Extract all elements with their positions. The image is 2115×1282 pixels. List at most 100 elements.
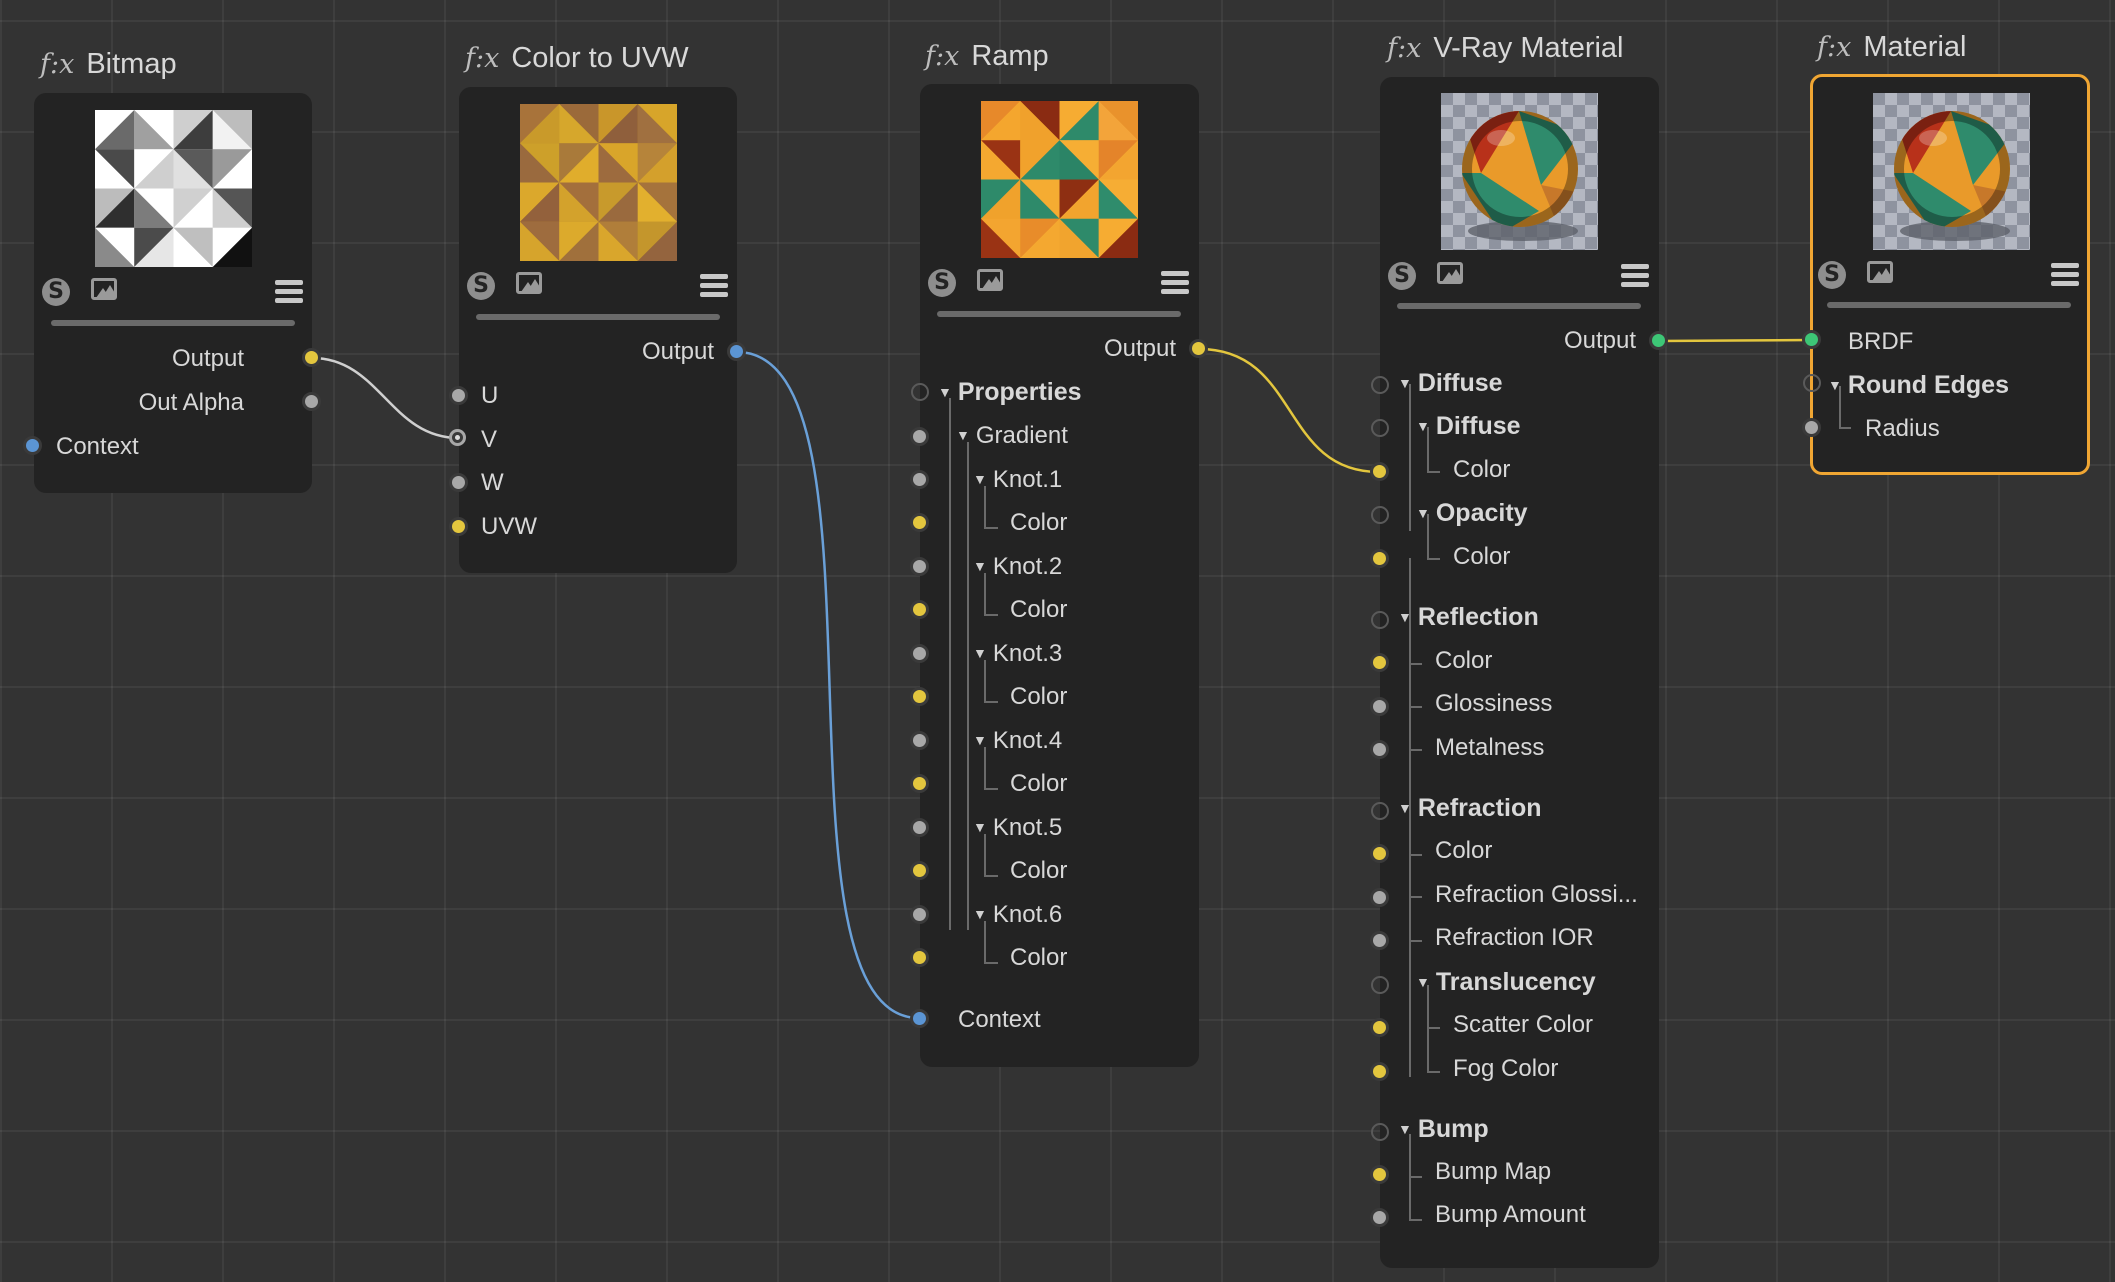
bitmap-node[interactable]: S Output Out Alpha Context bbox=[34, 93, 312, 493]
color-to-uvw-v-port[interactable] bbox=[449, 429, 466, 446]
image-icon[interactable] bbox=[1437, 262, 1465, 290]
vray-material-node[interactable]: S Output ▼ Diffuse ▼ Diffuse Color ▼ Opacit… bbox=[1380, 77, 1659, 1268]
vray-scatter-color-port[interactable] bbox=[1370, 1018, 1389, 1037]
vray-glossiness-port[interactable] bbox=[1370, 697, 1389, 716]
hamburger-menu-icon[interactable] bbox=[1621, 264, 1649, 288]
hamburger-menu-icon[interactable] bbox=[275, 280, 303, 304]
material-node[interactable]: S BRDF ▼ Round Edges Radius bbox=[1810, 74, 2090, 475]
color-to-uvw-u-port[interactable] bbox=[449, 386, 468, 405]
ramp-knot-5-port[interactable] bbox=[910, 818, 929, 837]
color-to-uvw-uvw-port[interactable] bbox=[449, 517, 468, 536]
vray-reflection-color-port[interactable] bbox=[1370, 653, 1389, 672]
ramp-knot-6-color-port[interactable] bbox=[910, 948, 929, 967]
ramp-properties-port[interactable] bbox=[911, 383, 929, 401]
material-radius-port[interactable] bbox=[1802, 418, 1821, 437]
ramp-knot-1-port[interactable] bbox=[910, 470, 929, 489]
bitmap-out-alpha-port[interactable] bbox=[302, 392, 321, 411]
image-icon[interactable] bbox=[91, 278, 119, 306]
image-icon[interactable] bbox=[1867, 261, 1895, 289]
context-label: Context bbox=[958, 1006, 1041, 1033]
ramp-knot-6-port[interactable] bbox=[910, 905, 929, 924]
vray-reflection-port[interactable] bbox=[1371, 611, 1389, 629]
vray-output-port[interactable] bbox=[1649, 331, 1668, 350]
color-to-uvw-node[interactable]: S Output U V W UVW bbox=[459, 87, 737, 573]
properties-group[interactable]: ▼ Properties bbox=[938, 378, 1082, 407]
shader-s-icon[interactable]: S bbox=[928, 269, 956, 297]
translucency-group[interactable]: ▼ Translucency bbox=[1416, 968, 1596, 997]
v-label: V bbox=[481, 426, 498, 453]
vray-diffuse-sub-port[interactable] bbox=[1371, 419, 1389, 437]
ramp-knot-4-port[interactable] bbox=[910, 731, 929, 750]
vray-opacity-port[interactable] bbox=[1371, 506, 1389, 524]
image-icon[interactable] bbox=[977, 269, 1005, 297]
shader-s-icon[interactable]: S bbox=[1818, 261, 1846, 289]
diffuse-subgroup[interactable]: ▼ Diffuse bbox=[1416, 412, 1521, 441]
ramp-knot-3-port[interactable] bbox=[910, 644, 929, 663]
knot-3[interactable]: ▼ Knot.3 bbox=[973, 640, 1062, 668]
shader-s-icon[interactable]: S bbox=[1388, 262, 1416, 290]
hamburger-menu-icon[interactable] bbox=[700, 274, 728, 298]
color-to-uvw-node-title[interactable]: f:x Color to UVW bbox=[465, 42, 689, 75]
fx-label: f:x bbox=[1817, 32, 1852, 63]
vray-bump-map-port[interactable] bbox=[1370, 1165, 1389, 1184]
refraction-group[interactable]: ▼ Refraction bbox=[1398, 794, 1542, 823]
vray-material-node-title[interactable]: f:x V-Ray Material bbox=[1387, 32, 1624, 65]
bitmap-context-port[interactable] bbox=[23, 436, 42, 455]
ramp-knot-3-color-port[interactable] bbox=[910, 687, 929, 706]
bump-group[interactable]: ▼ Bump bbox=[1398, 1115, 1489, 1144]
knot-1[interactable]: ▼ Knot.1 bbox=[973, 466, 1062, 494]
vray-bump-port[interactable] bbox=[1371, 1123, 1389, 1141]
vray-refraction-port[interactable] bbox=[1371, 802, 1389, 820]
knot-1-color: Color bbox=[1010, 509, 1068, 536]
hamburger-menu-icon[interactable] bbox=[1161, 271, 1189, 295]
ramp-context-port[interactable] bbox=[910, 1009, 929, 1028]
ramp-node[interactable]: S Output ▼ Properties ▼ Gradient ▼ Knot.1 C… bbox=[920, 84, 1199, 1067]
vray-bump-amount-port[interactable] bbox=[1370, 1208, 1389, 1227]
shader-s-icon[interactable]: S bbox=[42, 278, 70, 306]
shader-s-icon[interactable]: S bbox=[467, 272, 495, 300]
reflection-group[interactable]: ▼ Reflection bbox=[1398, 603, 1539, 632]
ramp-output-port[interactable] bbox=[1189, 339, 1208, 358]
vray-diffuse-color-port[interactable] bbox=[1370, 462, 1389, 481]
triangle-down-icon: ▼ bbox=[973, 645, 987, 661]
gradient-group[interactable]: ▼ Gradient bbox=[956, 422, 1068, 450]
color-to-uvw-output-port[interactable] bbox=[727, 342, 746, 361]
vray-metalness-port[interactable] bbox=[1370, 740, 1389, 759]
output-label: Output bbox=[641, 338, 714, 365]
refraction-glossiness-label: Refraction Glossi... bbox=[1435, 881, 1638, 908]
output-label: Output bbox=[171, 345, 244, 372]
ramp-knot-1-color-port[interactable] bbox=[910, 513, 929, 532]
vray-refraction-glossiness-port[interactable] bbox=[1370, 888, 1389, 907]
vray-opacity-color-port[interactable] bbox=[1370, 549, 1389, 568]
opacity-group[interactable]: ▼ Opacity bbox=[1416, 499, 1528, 528]
knot-5[interactable]: ▼ Knot.5 bbox=[973, 814, 1062, 842]
vray-translucency-port[interactable] bbox=[1371, 976, 1389, 994]
vray-refraction-ior-port[interactable] bbox=[1370, 931, 1389, 950]
vray-refraction-color-port[interactable] bbox=[1370, 844, 1389, 863]
hamburger-menu-icon[interactable] bbox=[2051, 263, 2079, 287]
out-alpha-label: Out Alpha bbox=[138, 389, 244, 416]
material-brdf-port[interactable] bbox=[1802, 330, 1821, 349]
bitmap-preview bbox=[95, 110, 252, 267]
material-round-edges-port[interactable] bbox=[1803, 374, 1821, 392]
vray-fog-color-port[interactable] bbox=[1370, 1062, 1389, 1081]
round-edges-group[interactable]: ▼ Round Edges bbox=[1828, 371, 2009, 400]
vray-diffuse-group-port[interactable] bbox=[1371, 376, 1389, 394]
bitmap-output-port[interactable] bbox=[302, 348, 321, 367]
knot-2[interactable]: ▼ Knot.2 bbox=[973, 553, 1062, 581]
color-to-uvw-w-port[interactable] bbox=[449, 473, 468, 492]
diffuse-group[interactable]: ▼ Diffuse bbox=[1398, 369, 1503, 398]
triangle-down-icon: ▼ bbox=[938, 384, 952, 400]
knot-6[interactable]: ▼ Knot.6 bbox=[973, 901, 1062, 929]
vray-tree-lines bbox=[1409, 384, 1440, 1221]
ramp-gradient-port[interactable] bbox=[910, 427, 929, 446]
ramp-knot-5-color-port[interactable] bbox=[910, 861, 929, 880]
ramp-node-title[interactable]: f:x Ramp bbox=[925, 40, 1049, 73]
knot-4[interactable]: ▼ Knot.4 bbox=[973, 727, 1062, 755]
material-node-title[interactable]: f:x Material bbox=[1817, 31, 1966, 64]
image-icon[interactable] bbox=[516, 272, 544, 300]
bitmap-node-title[interactable]: f:x Bitmap bbox=[40, 48, 177, 81]
ramp-knot-4-color-port[interactable] bbox=[910, 774, 929, 793]
ramp-knot-2-port[interactable] bbox=[910, 557, 929, 576]
ramp-knot-2-color-port[interactable] bbox=[910, 600, 929, 619]
